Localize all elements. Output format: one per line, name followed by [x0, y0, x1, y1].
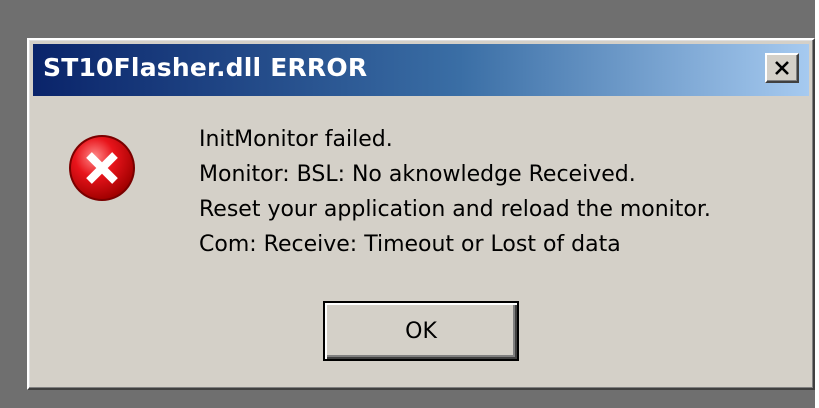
error-message: InitMonitor failed. Monitor: BSL: No akn…	[199, 122, 711, 262]
message-line: Reset your application and reload the mo…	[199, 197, 711, 222]
message-line: Com: Receive: Timeout or Lost of data	[199, 232, 621, 257]
window-title: ST10Flasher.dll ERROR	[43, 53, 368, 82]
close-button[interactable]	[765, 53, 799, 83]
error-icon	[69, 135, 135, 201]
close-icon	[775, 61, 789, 75]
message-line: Monitor: BSL: No aknowledge Received.	[199, 162, 636, 187]
message-line: InitMonitor failed.	[199, 127, 393, 152]
title-bar[interactable]: ST10Flasher.dll ERROR	[33, 44, 809, 96]
ok-button[interactable]: OK	[323, 301, 519, 361]
error-dialog: ST10Flasher.dll ERROR InitMonitor failed…	[27, 38, 815, 390]
